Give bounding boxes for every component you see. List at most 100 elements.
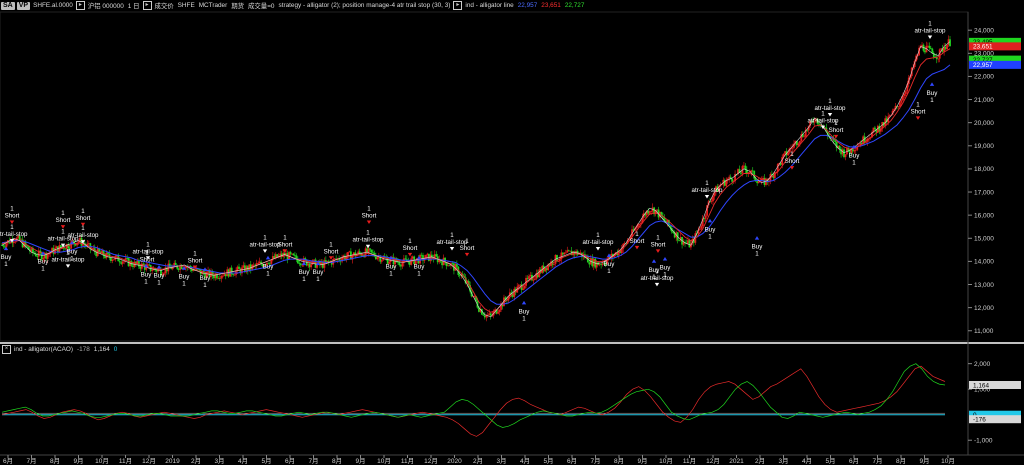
buy-arrow-icon [662,256,668,261]
signal-qty: 1 [329,241,333,248]
signal-qty: 1 [146,241,150,248]
candle-body [798,140,801,144]
signal-qty: 1 [928,20,932,27]
signal-qty: 1 [828,98,832,105]
candle-body [517,285,520,287]
signal-label: atr-tail-stop [692,187,724,194]
signal-label: Buy [38,259,50,266]
candle-body [168,263,171,268]
signal-qty: 1 [522,315,526,322]
signal-qty: 1 [708,233,712,240]
time-tick-label: 2020 [447,458,462,465]
price-tick-label: 24,000 [974,27,994,34]
short-arrow-icon [464,252,470,257]
signal-qty: 1 [193,251,197,258]
candle-body [523,285,526,289]
signal-qty: 1 [302,276,306,283]
short-arrow-icon [833,134,839,139]
time-tick-label: 3月 [496,457,506,465]
time-tick-label: 4月 [520,457,530,465]
candle-body [704,215,707,219]
signal-label: Buy [705,226,717,233]
time-tick-label: 8月 [50,457,60,465]
candle-body [928,45,931,49]
candle-body [678,240,681,242]
signal-qty: 1 [366,230,370,237]
exit-arrow-icon [65,264,71,268]
candle-body [791,147,794,149]
time-tick-label: 11月 [119,457,132,465]
candle-body [174,262,177,265]
time-tick-label: 6月 [3,457,13,465]
signal-label: Buy [927,90,939,97]
time-tick-label: 2021 [729,458,744,465]
candle-body [238,266,240,269]
signal-qty: 1 [81,225,85,232]
short-arrow-icon [634,245,640,250]
signal-qty: 1 [367,205,371,212]
exit-arrow-icon [595,247,601,251]
signal-label: Short [5,212,20,219]
time-tick-label: 2月 [191,457,201,465]
buy-arrow-icon [651,259,657,263]
signal-qty: 1 [607,268,611,275]
candle-body [712,196,714,202]
time-tick-label: 11月 [683,457,696,465]
signal-qty: 1 [596,232,600,239]
candle-body [903,93,906,96]
candle-body [874,127,876,129]
signal-label: Buy [849,152,861,159]
signal-label: Short [460,245,475,252]
signal-qty: 1 [283,234,287,241]
signal-label: atr-trail-stop [640,275,674,282]
candle-body [435,254,438,257]
time-tick-label: 8月 [614,457,624,465]
time-tick-label: 10月 [659,457,673,465]
signal-label: Buy [752,244,764,251]
candle-body [292,253,295,256]
signal-qty: 1 [408,238,412,245]
signal-qty: 1 [930,97,934,104]
candle-body [401,262,404,267]
time-tick-label: 7月 [26,457,36,465]
candle-body [834,140,837,143]
candle-body [787,152,789,156]
exit-arrow-icon [365,244,371,249]
price-axis: 24,00023,00022,00021,00020,00019,00018,0… [968,27,994,335]
signal-qty: 1 [263,234,267,241]
buy-arrow-icon [521,300,527,305]
time-tick-label: 6月 [849,457,859,465]
signal-label: Short [76,215,91,222]
short-arrow-icon [915,116,921,120]
candle-body [557,261,560,262]
signal-label: atr-tail-stop [0,231,28,238]
signal-qty: 1 [266,270,270,277]
signal-label: Short [278,241,293,248]
chart-canvas[interactable]: 24,00023,00022,00021,00020,00019,00018,0… [0,0,1024,465]
signal-qty: 1 [450,232,454,239]
time-tick-label: 5月 [543,457,553,465]
signal-qty: 1 [81,208,85,215]
signal-label: Buy [519,308,531,315]
signal-label: Short [56,217,71,224]
time-tick-label: 3月 [214,457,224,465]
price-panel-frame [0,11,969,342]
time-tick-label: 7月 [872,457,882,465]
osc-green-line [1,363,946,428]
signal-qty: 1 [389,270,393,277]
signal-qty: 1 [66,249,70,256]
osc-tick-label: 2,000 [974,361,991,368]
candle-body [854,149,857,151]
candle-body [533,278,536,280]
candle-body [151,270,154,272]
time-tick-label: 8月 [896,457,906,465]
candle-body [482,314,485,316]
candle-body [118,261,121,263]
candle-body [310,264,313,268]
signal-qty: 1 [203,282,207,289]
price-tick-label: 14,000 [974,259,994,266]
signal-label: Short [651,241,666,248]
signal-qty: 1 [655,268,659,275]
candle-body [522,288,525,290]
candle-body [369,248,371,250]
